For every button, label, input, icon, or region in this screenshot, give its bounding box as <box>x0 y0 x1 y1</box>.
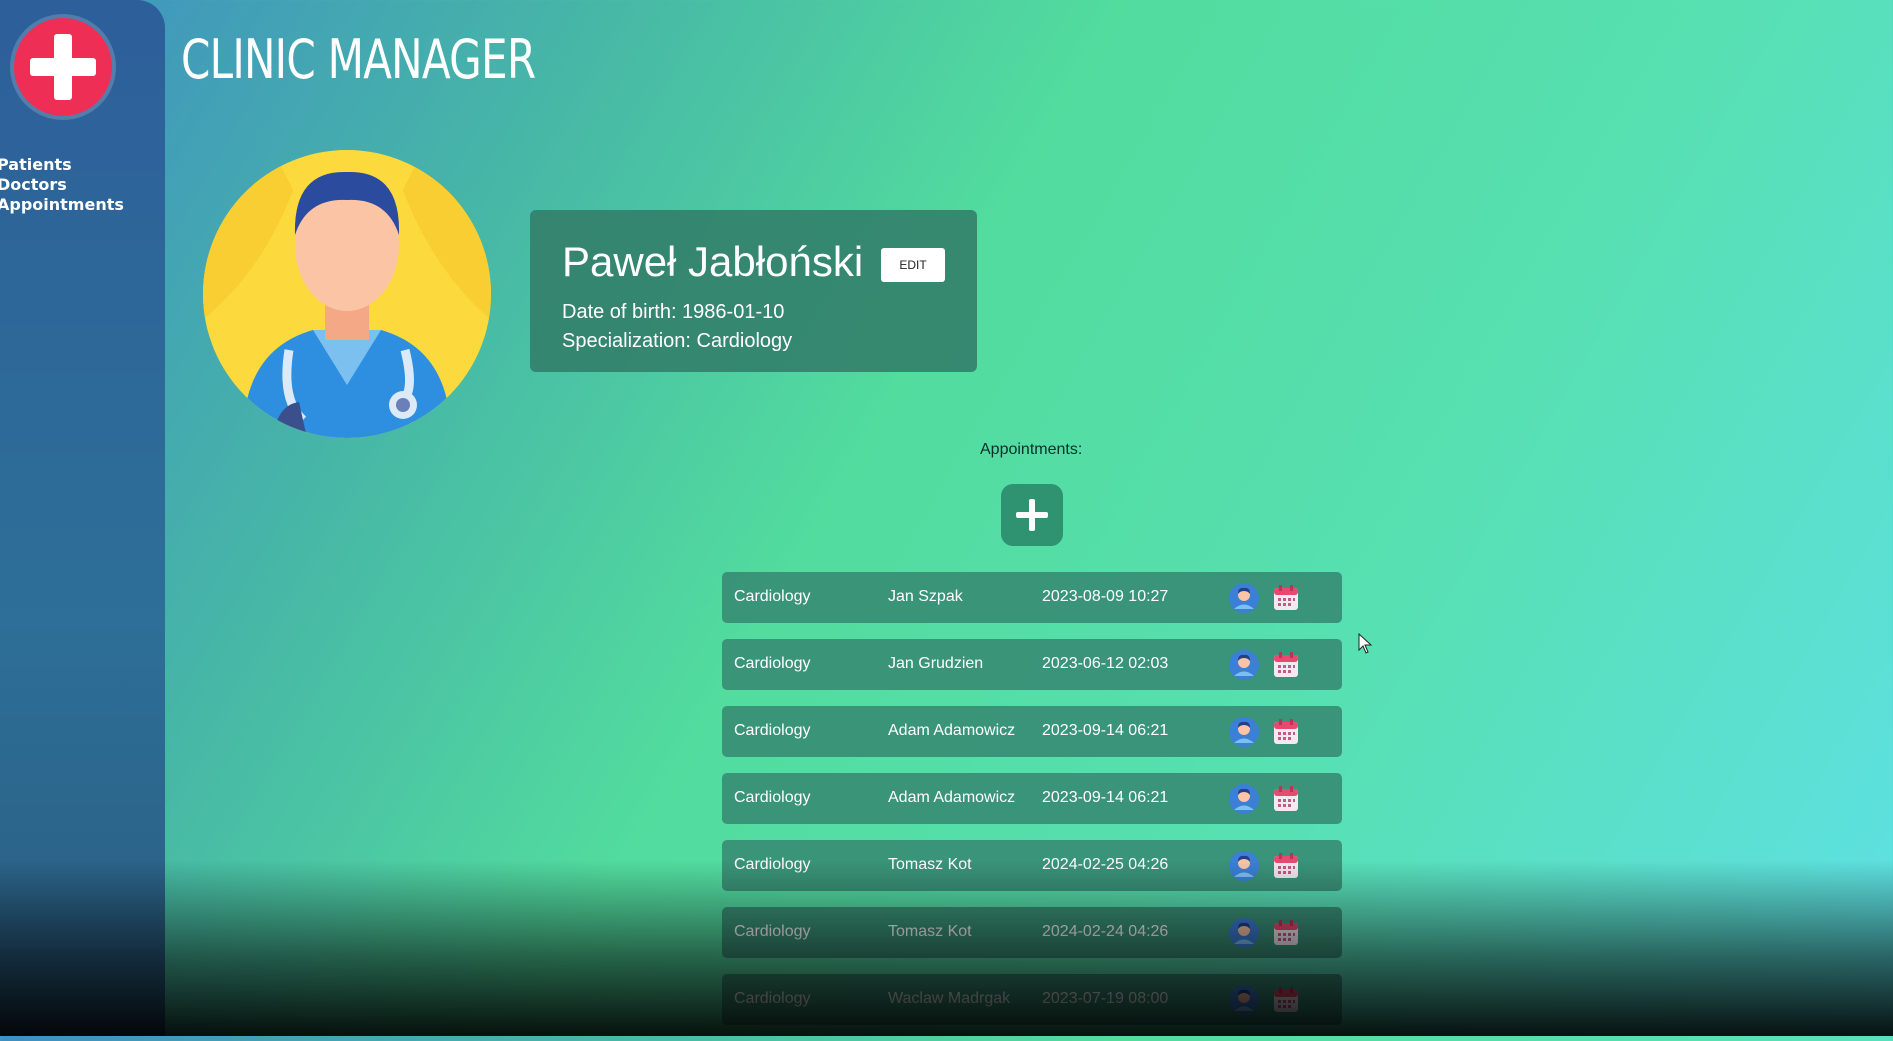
doctor-specialization: Specialization: Cardiology <box>562 330 793 352</box>
doctor-name: Paweł Jabłoński <box>562 238 864 285</box>
appointment-specialization: Cardiology <box>734 990 811 1007</box>
app-title: CLINIC MANAGER <box>181 28 536 91</box>
appointment-datetime: 2023-07-19 08:00 <box>1042 990 1169 1007</box>
appointment-datetime: 2023-09-14 06:21 <box>1042 789 1169 806</box>
sidebar-nav: Patients Doctors Appointments <box>0 155 124 215</box>
patient-avatar-icon[interactable] <box>1229 985 1259 1015</box>
appointment-row[interactable]: Cardiology Tomasz Kot 2024-02-24 04:26 <box>722 907 1342 958</box>
appointment-specialization: Cardiology <box>734 789 811 806</box>
doctor-illustration-icon <box>203 150 491 438</box>
calendar-icon[interactable] <box>1271 650 1301 680</box>
calendar-icon[interactable] <box>1271 784 1301 814</box>
nav-item-doctors[interactable]: Doctors <box>0 175 124 195</box>
appointment-datetime: 2024-02-25 04:26 <box>1042 856 1169 873</box>
doctor-avatar <box>203 150 491 438</box>
appointment-patient: Adam Adamowicz <box>888 722 1016 739</box>
calendar-icon[interactable] <box>1271 851 1301 881</box>
doctor-dob: Date of birth: 1986-01-10 <box>562 301 785 323</box>
appointment-patient: Tomasz Kot <box>888 923 972 940</box>
appointment-row[interactable]: Cardiology Jan Szpak 2023-08-09 10:27 <box>722 572 1342 623</box>
appointments-list: Cardiology Jan Szpak 2023-08-09 10:27 Ca… <box>722 572 1342 1041</box>
patient-avatar-icon[interactable] <box>1229 717 1259 747</box>
patient-avatar-icon[interactable] <box>1229 851 1259 881</box>
sidebar: Patients Doctors Appointments <box>0 0 165 1036</box>
appointment-specialization: Cardiology <box>734 588 811 605</box>
calendar-icon[interactable] <box>1271 717 1301 747</box>
mouse-cursor-icon <box>1358 633 1373 654</box>
appointment-patient: Tomasz Kot <box>888 856 972 873</box>
appointment-datetime: 2024-02-24 04:26 <box>1042 923 1169 940</box>
appointment-row[interactable]: Cardiology Adam Adamowicz 2023-09-14 06:… <box>722 773 1342 824</box>
calendar-icon[interactable] <box>1271 583 1301 613</box>
appointment-datetime: 2023-09-14 06:21 <box>1042 722 1169 739</box>
add-appointment-button[interactable] <box>1001 484 1063 546</box>
patient-avatar-icon[interactable] <box>1229 650 1259 680</box>
appointment-patient: Waclaw Madrgak <box>888 990 1011 1007</box>
appointment-patient: Jan Grudzien <box>888 655 984 672</box>
patient-avatar-icon[interactable] <box>1229 784 1259 814</box>
appointment-row[interactable]: Cardiology Adam Adamowicz 2023-09-14 06:… <box>722 706 1342 757</box>
doctor-info-card: Paweł Jabłoński EDIT Date of birth: 1986… <box>530 210 977 372</box>
patient-avatar-icon[interactable] <box>1229 583 1259 613</box>
appointment-row[interactable]: Cardiology Waclaw Madrgak 2023-07-19 08:… <box>722 974 1342 1025</box>
patient-avatar-icon[interactable] <box>1229 918 1259 948</box>
appointment-patient: Jan Szpak <box>888 588 963 605</box>
appointment-row[interactable]: Cardiology Tomasz Kot 2024-02-25 04:26 <box>722 840 1342 891</box>
edit-button[interactable]: EDIT <box>881 248 945 282</box>
appointment-row[interactable]: Cardiology Jan Grudzien 2023-06-12 02:03 <box>722 639 1342 690</box>
appointment-specialization: Cardiology <box>734 856 811 873</box>
appointment-patient: Adam Adamowicz <box>888 789 1016 806</box>
appointment-specialization: Cardiology <box>734 923 811 940</box>
appointment-datetime: 2023-06-12 02:03 <box>1042 655 1169 672</box>
nav-item-appointments[interactable]: Appointments <box>0 195 124 215</box>
appointment-specialization: Cardiology <box>734 722 811 739</box>
appointment-specialization: Cardiology <box>734 655 811 672</box>
appointments-heading: Appointments: <box>980 441 1083 458</box>
medical-cross-icon[interactable] <box>14 18 112 116</box>
calendar-icon[interactable] <box>1271 985 1301 1015</box>
appointment-datetime: 2023-08-09 10:27 <box>1042 588 1169 605</box>
calendar-icon[interactable] <box>1271 918 1301 948</box>
nav-item-patients[interactable]: Patients <box>0 155 124 175</box>
